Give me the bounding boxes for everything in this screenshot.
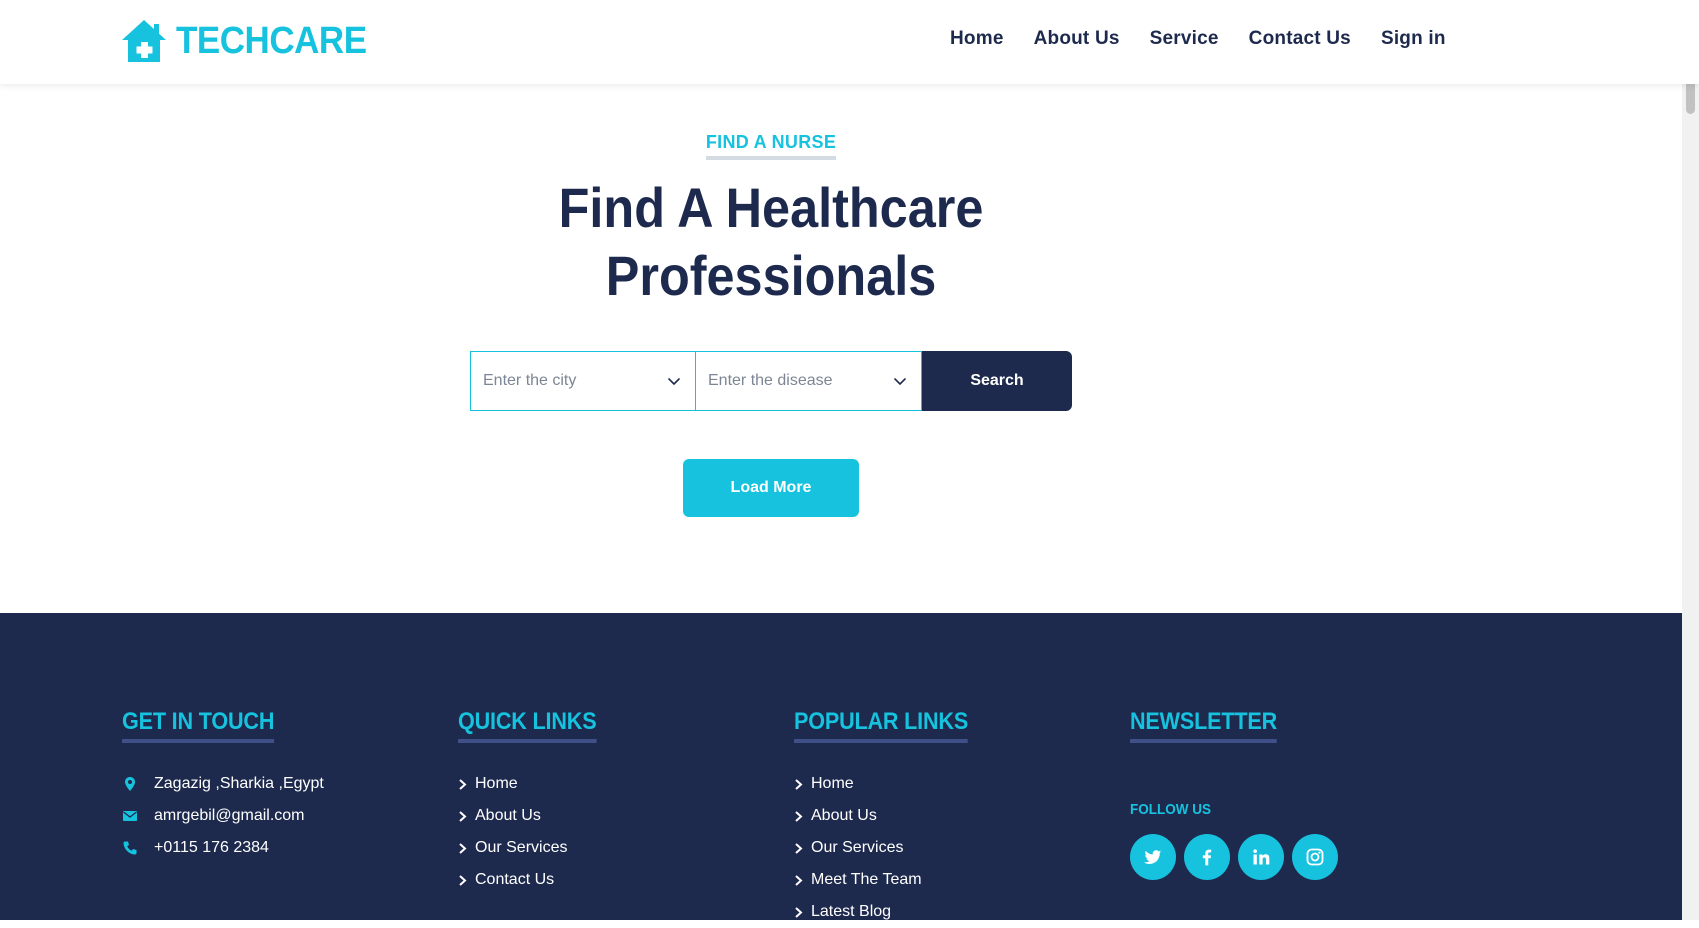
section-eyebrow: FIND A NURSE [705,132,837,160]
nav-contact-us[interactable]: Contact Us [1249,28,1351,50]
footer-newsletter: NEWSLETTER FOLLOW US [1130,708,1346,880]
popular-links-title: POPULAR LINKS [794,708,968,743]
nav-about-us[interactable]: About Us [1034,28,1120,50]
footer-quick-links: QUICK LINKS Home About Us Our Services C… [458,708,612,896]
nav-home[interactable]: Home [950,28,1004,50]
chevron-down-icon [894,378,906,385]
contact-address: Zagazig ,Sharkia ,Egypt [122,768,324,800]
chevron-right-icon [795,778,803,790]
page-title: Find A Healthcare Professionals [77,174,1465,310]
hero-section: FIND A NURSE Find A Healthcare Professio… [0,84,1699,613]
facebook-icon [1202,849,1212,866]
nav-service[interactable]: Service [1150,28,1219,50]
popular-link-our-services[interactable]: Our Services [794,832,987,864]
main-nav: Home About Us Service Contact Us Sign in [950,28,1476,50]
brand-name: TECHCARE [176,19,367,62]
facebook-button[interactable] [1184,834,1230,880]
house-medical-icon [122,20,166,62]
linkedin-icon [1253,849,1270,865]
social-links [1130,834,1346,880]
chevron-right-icon [459,810,467,822]
chevron-right-icon [795,810,803,822]
contact-email[interactable]: amrgebil@gmail.com [122,800,324,832]
instagram-icon [1306,848,1324,866]
chevron-right-icon [459,874,467,886]
quick-link-about-us[interactable]: About Us [458,800,612,832]
page-scrollbar[interactable] [1682,0,1699,920]
quick-link-home[interactable]: Home [458,768,612,800]
chevron-down-icon [668,378,680,385]
popular-link-latest-blog[interactable]: Latest Blog [794,896,987,928]
get-in-touch-title: GET IN TOUCH [122,708,274,743]
phone-icon [123,841,137,855]
follow-us-label: FOLLOW US [1130,801,1211,818]
popular-link-meet-the-team[interactable]: Meet The Team [794,864,987,896]
city-select[interactable]: Enter the city [470,351,696,411]
chevron-right-icon [459,778,467,790]
load-more-button[interactable]: Load More [683,459,859,517]
nav-sign-in[interactable]: Sign in [1381,28,1446,50]
popular-link-about-us[interactable]: About Us [794,800,987,832]
page-title-line-2: Professionals [605,244,937,307]
chevron-right-icon [795,874,803,886]
linkedin-button[interactable] [1238,834,1284,880]
contact-phone[interactable]: +0115 176 2384 [122,832,324,864]
newsletter-title: NEWSLETTER [1130,708,1277,743]
envelope-icon [123,811,137,821]
quick-link-our-services[interactable]: Our Services [458,832,612,864]
navbar: TECHCARE Home About Us Service Contact U… [0,0,1699,84]
footer-popular-links: POPULAR LINKS Home About Us Our Services… [794,708,987,928]
page-title-line-1: Find A Healthcare [558,176,984,239]
quick-links-title: QUICK LINKS [458,708,597,743]
twitter-icon [1143,850,1162,864]
popular-link-home[interactable]: Home [794,768,987,800]
map-pin-icon [125,777,135,791]
footer: GET IN TOUCH Zagazig ,Sharkia ,Egypt amr… [0,613,1699,920]
twitter-button[interactable] [1130,834,1176,880]
chevron-right-icon [795,906,803,918]
instagram-button[interactable] [1292,834,1338,880]
city-select-placeholder: Enter the city [483,372,577,389]
search-button[interactable]: Search [922,351,1072,411]
brand-logo[interactable]: TECHCARE [120,18,383,64]
chevron-right-icon [795,842,803,854]
disease-select[interactable]: Enter the disease [696,351,922,411]
search-bar: Enter the city Enter the disease Search [470,351,1072,411]
quick-link-contact-us[interactable]: Contact Us [458,864,612,896]
footer-get-in-touch: GET IN TOUCH Zagazig ,Sharkia ,Egypt amr… [122,708,324,864]
disease-select-placeholder: Enter the disease [708,372,833,389]
chevron-right-icon [459,842,467,854]
